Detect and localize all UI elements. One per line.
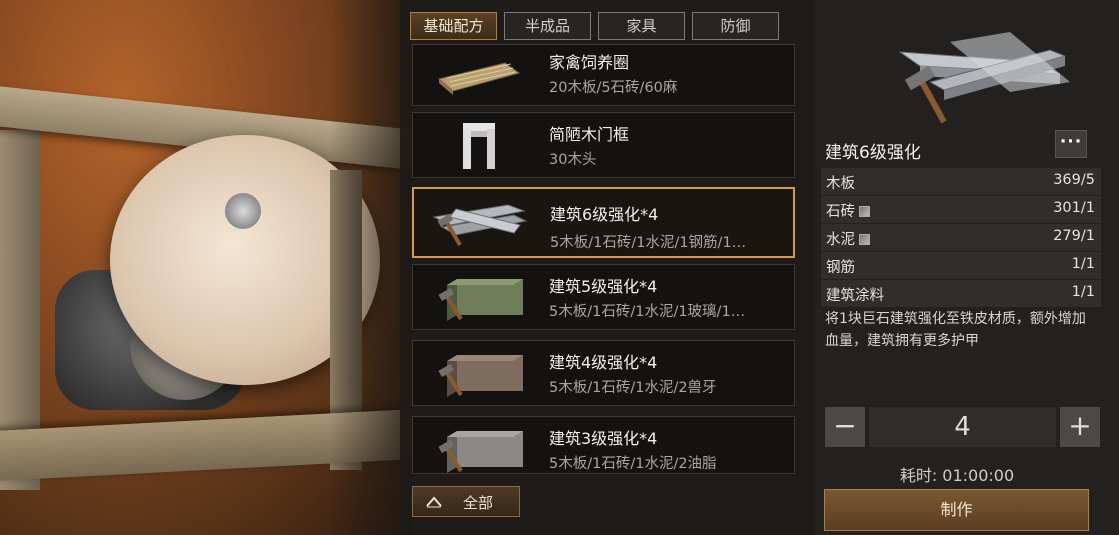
all-filter-button[interactable]: 全部 bbox=[412, 486, 520, 517]
recipe-name: 建筑3级强化*4 bbox=[549, 429, 658, 448]
recipe-cost: 5木板/1石砖/1水泥/1玻璃/1… bbox=[549, 304, 746, 320]
material-name: 石砖 bbox=[826, 204, 855, 220]
material-row: 木板 369/5 bbox=[821, 168, 1101, 195]
material-name: 建筑涂料 bbox=[826, 288, 884, 304]
chevron-up-icon bbox=[426, 496, 442, 508]
recipe-cost: 5木板/1石砖/1水泥/2兽牙 bbox=[549, 380, 717, 396]
recipe-cost: 30木头 bbox=[549, 152, 597, 168]
quantity-value[interactable]: 4 bbox=[869, 407, 1056, 447]
tab-defense[interactable]: 防御 bbox=[692, 12, 779, 40]
recipe-item-door-frame[interactable]: 简陋木门框 30木头 bbox=[412, 112, 795, 178]
recipe-cost: 5木板/1石砖/1水泥/2油脂 bbox=[549, 456, 717, 472]
recipe-name: 建筑5级强化*4 bbox=[549, 277, 658, 296]
all-filter-label: 全部 bbox=[463, 494, 494, 512]
door-frame-icon bbox=[463, 123, 495, 169]
recipe-item-building-level-3[interactable]: 建筑3级强化*4 5木板/1石砖/1水泥/2油脂 bbox=[412, 416, 795, 474]
recipe-item-poultry-pen[interactable]: 家禽饲养圈 20木板/5石砖/60麻 bbox=[412, 44, 795, 106]
material-name: 水泥 bbox=[826, 232, 855, 248]
recipe-item-building-level-6[interactable]: 建筑6级强化*4 5木板/1石砖/1水泥/1钢筋/1… bbox=[412, 187, 795, 258]
tab-basic-recipes[interactable]: 基础配方 bbox=[410, 12, 497, 40]
green-block-icon bbox=[438, 279, 523, 321]
recipe-cost: 20木板/5石砖/60麻 bbox=[549, 80, 678, 96]
game-scene-saw-workbench bbox=[0, 0, 410, 535]
material-qty: 1/1 bbox=[1071, 284, 1095, 300]
tab-furniture[interactable]: 家具 bbox=[598, 12, 685, 40]
material-qty: 279/1 bbox=[1053, 228, 1095, 244]
category-tabs: 基础配方 半成品 家具 防御 bbox=[410, 12, 779, 40]
recipe-name: 建筑4级强化*4 bbox=[549, 353, 658, 372]
material-qty: 301/1 bbox=[1053, 200, 1095, 216]
material-qty: 369/5 bbox=[1053, 172, 1095, 188]
material-name: 钢筋 bbox=[826, 260, 855, 276]
recipe-description: 将1块巨石建筑强化至铁皮材质，额外增加血量，建筑拥有更多护甲 bbox=[825, 311, 1086, 349]
tab-semi-finished[interactable]: 半成品 bbox=[504, 12, 591, 40]
recipe-item-building-level-5[interactable]: 建筑5级强化*4 5木板/1石砖/1水泥/1玻璃/1… bbox=[412, 264, 795, 330]
recipe-name: 建筑6级强化*4 bbox=[550, 205, 659, 224]
material-row: 水泥 279/1 bbox=[821, 224, 1101, 251]
craft-time: 耗时: 01:00:00 bbox=[899, 466, 1015, 485]
recipe-cost: 5木板/1石砖/1水泥/1钢筋/1… bbox=[550, 235, 747, 251]
recipe-list-panel: 基础配方 半成品 家具 防御 家禽饲养圈 20木板/5石砖/60麻 简陋木门框 … bbox=[400, 0, 815, 535]
recipe-name: 简陋木门框 bbox=[549, 125, 630, 144]
steel-bars-icon bbox=[898, 32, 1070, 124]
material-info-icon[interactable] bbox=[859, 206, 870, 217]
saw-hub bbox=[225, 193, 261, 229]
brown-block-icon bbox=[438, 355, 523, 397]
material-info-icon[interactable] bbox=[859, 234, 870, 245]
decrease-button[interactable]: − bbox=[825, 407, 865, 447]
materials-list: 木板 369/5 石砖 301/1 水泥 279/1 钢筋 1/1 建筑涂料 1… bbox=[821, 168, 1101, 308]
steel-bars-icon bbox=[432, 204, 528, 247]
recipe-name: 家禽饲养圈 bbox=[549, 53, 630, 72]
material-row: 建筑涂料 1/1 bbox=[821, 280, 1101, 307]
poultry-pen-icon bbox=[437, 62, 521, 95]
more-options-button[interactable]: ··· bbox=[1055, 130, 1087, 158]
material-row: 钢筋 1/1 bbox=[821, 252, 1101, 279]
detail-title: 建筑6级强化 bbox=[825, 143, 921, 163]
recipe-detail-panel: 建筑6级强化 ··· 木板 369/5 石砖 301/1 水泥 279/1 钢筋… bbox=[815, 0, 1119, 535]
material-name: 木板 bbox=[826, 176, 855, 192]
increase-button[interactable]: + bbox=[1060, 407, 1100, 447]
quantity-stepper: − 4 + bbox=[825, 407, 1100, 447]
craft-button[interactable]: 制作 bbox=[824, 489, 1089, 531]
grey-block-icon bbox=[438, 431, 523, 473]
recipe-item-building-level-4[interactable]: 建筑4级强化*4 5木板/1石砖/1水泥/2兽牙 bbox=[412, 340, 795, 406]
material-row: 石砖 301/1 bbox=[821, 196, 1101, 223]
material-qty: 1/1 bbox=[1071, 256, 1095, 272]
